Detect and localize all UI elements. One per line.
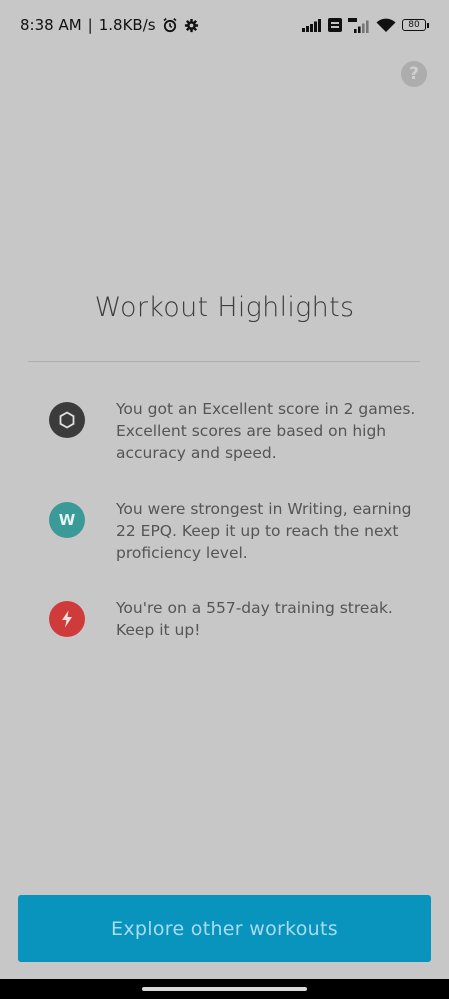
settings-gear-icon bbox=[184, 18, 199, 33]
alarm-icon bbox=[162, 17, 178, 33]
explore-button-label: Explore other workouts bbox=[111, 917, 338, 940]
highlight-text: You were strongest in Writing, earning 2… bbox=[116, 500, 412, 562]
hexagon-icon bbox=[49, 402, 85, 438]
status-network-speed: 1.8KB/s bbox=[98, 16, 156, 34]
badge-letter: W bbox=[58, 511, 76, 529]
highlight-text: You're on a 557-day training streak. Kee… bbox=[116, 599, 393, 639]
help-button[interactable]: ? bbox=[401, 61, 427, 87]
battery-icon: 80 bbox=[402, 19, 429, 31]
title-divider bbox=[28, 361, 420, 362]
status-bar: 8:38 AM | 1.8KB/s 80 bbox=[0, 0, 449, 50]
status-separator: | bbox=[87, 16, 93, 34]
page-title: Workout Highlights bbox=[94, 292, 355, 323]
explore-other-workouts-button[interactable]: Explore other workouts bbox=[18, 895, 431, 962]
status-time: 8:38 AM bbox=[20, 16, 82, 34]
wifi-icon bbox=[376, 18, 396, 33]
status-left: 8:38 AM | 1.8KB/s bbox=[20, 16, 199, 34]
status-right: 80 bbox=[302, 17, 429, 33]
system-nav-bar bbox=[0, 979, 449, 999]
help-label: ? bbox=[409, 64, 419, 84]
signal-4g-icon bbox=[348, 17, 370, 33]
lightning-icon bbox=[49, 601, 85, 637]
signal-strength-icon bbox=[302, 18, 322, 32]
writing-letter-icon: W bbox=[49, 502, 85, 538]
volte-icon bbox=[328, 18, 342, 32]
home-indicator[interactable] bbox=[142, 987, 307, 991]
battery-level: 80 bbox=[402, 19, 426, 31]
highlight-text: You got an Excellent score in 2 games. E… bbox=[116, 400, 416, 462]
